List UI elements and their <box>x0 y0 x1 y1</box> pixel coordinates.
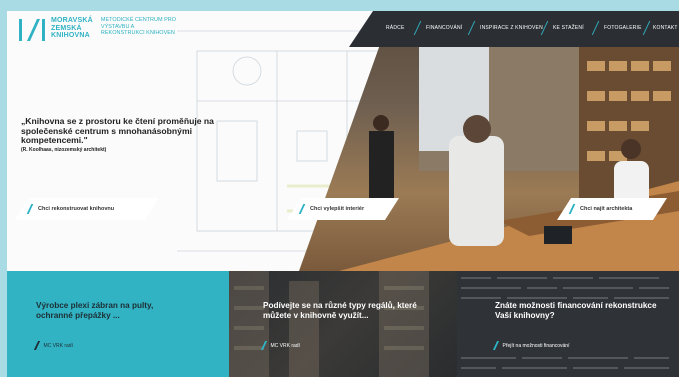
accent-tick-icon <box>569 204 576 214</box>
tile-financing[interactable]: Znáte možnosti financování rekonstrukce … <box>457 271 679 377</box>
nav-divider <box>467 21 476 35</box>
tile-title: Podívejte se na různé typy regálů, které… <box>263 301 417 320</box>
accent-tick-icon <box>299 204 306 214</box>
tile-title: Znáte možnosti financování rekonstrukce … <box>495 301 657 320</box>
tile-link[interactable]: MC VRK radí <box>260 341 300 350</box>
nav-item-fotogalerie[interactable]: FOTOGALERIE <box>604 25 642 31</box>
renovate-library-button[interactable]: Chci rekonstruovat knihovnu <box>15 198 159 220</box>
tile-link[interactable]: Přejít na možnosti financování <box>492 341 570 350</box>
nav-divider <box>642 21 651 35</box>
main-navigation: RÁDCE FINANCOVÁNÍ INSPIRACE Z KNIHOVEN K… <box>349 11 679 47</box>
hero-quote: „Knihovna se z prostoru ke čtení proměňu… <box>21 116 214 146</box>
tile-link-label: Přejít na možnosti financování <box>502 342 570 349</box>
nav-item-kontakt[interactable]: KONTAKT <box>653 25 678 31</box>
improve-interior-button[interactable]: Chci vylepšit interiér <box>287 198 399 220</box>
find-architect-button[interactable]: Chci najít architekta <box>557 198 667 220</box>
tile-title: Výrobce plexi zábran na pulty, ochranné … <box>36 301 154 320</box>
button-label: Chci rekonstruovat knihovnu <box>38 206 115 212</box>
page-frame: MORAVSKÁ ZEMSKÁ KNIHOVNA METODICKÉ CENTR… <box>7 11 679 377</box>
site-logo[interactable]: MORAVSKÁ ZEMSKÁ KNIHOVNA METODICKÉ CENTR… <box>19 17 191 41</box>
hero-section: MORAVSKÁ ZEMSKÁ KNIHOVNA METODICKÉ CENTR… <box>7 11 679 271</box>
nav-divider <box>591 21 600 35</box>
tile-link-label: MC VRK radí <box>43 342 73 349</box>
nav-item-radce[interactable]: RÁDCE <box>386 25 405 31</box>
nav-item-financovani[interactable]: FINANCOVÁNÍ <box>426 25 462 31</box>
logo-name-line: ZEMSKÁ <box>51 24 82 32</box>
logo-name-line: KNIHOVNA <box>51 32 90 39</box>
logo-mark-icon <box>19 19 45 41</box>
button-label: Chci najít architekta <box>580 206 633 212</box>
text-pattern-background <box>461 277 669 369</box>
tile-link[interactable]: MC VRK radí <box>33 341 73 350</box>
tile-link-label: MC VRK radí <box>270 342 300 349</box>
quote-author: (R. Koolhaas, nizozemský architekt) <box>21 147 107 153</box>
tile-plexi-barriers[interactable]: Výrobce plexi zábran na pulty, ochranné … <box>7 271 229 377</box>
logo-subtitle-line: REKONSTRUKCI KNIHOVEN <box>100 30 175 36</box>
nav-item-ke-stazeni[interactable]: KE STAŽENÍ <box>553 25 584 31</box>
accent-tick-icon <box>33 341 40 350</box>
tile-shelving-types[interactable]: Podívejte se na různé typy regálů, které… <box>229 271 457 377</box>
nav-divider <box>413 21 422 35</box>
accent-tick-icon <box>27 204 34 214</box>
logo-name: MORAVSKÁ ZEMSKÁ KNIHOVNA <box>51 17 93 40</box>
library-shelves-background <box>229 271 429 377</box>
nav-item-inspirace[interactable]: INSPIRACE Z KNIHOVEN <box>480 25 543 31</box>
logo-subtitle: METODICKÉ CENTRUM PRO VÝSTAVBU A REKONST… <box>101 17 191 37</box>
logo-name-line: MORAVSKÁ <box>51 17 93 24</box>
button-label: Chci vylepšit interiér <box>310 206 365 212</box>
